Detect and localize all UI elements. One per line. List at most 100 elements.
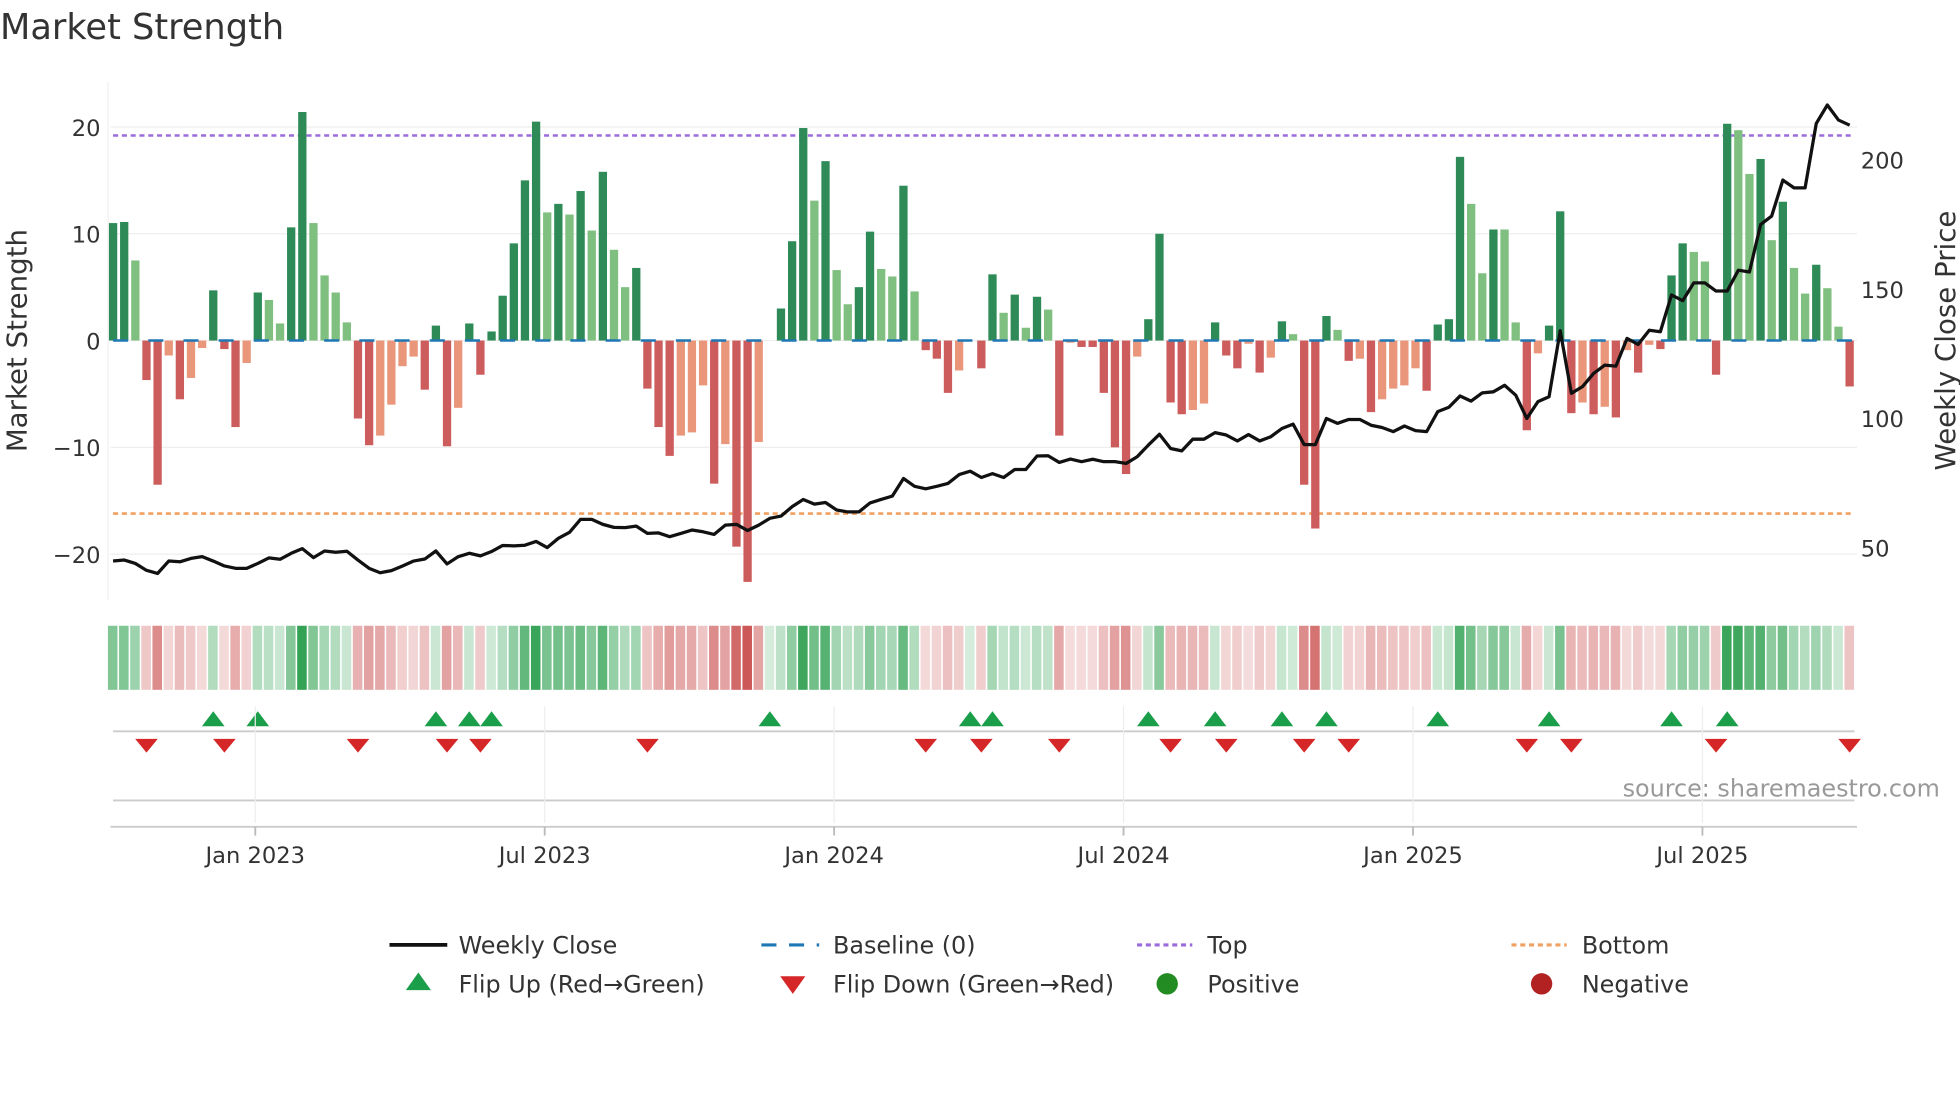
heat-cell: [1510, 625, 1521, 690]
heat-cell: [1566, 625, 1576, 690]
flip-up-marker: [480, 711, 503, 727]
heat-cell: [1265, 625, 1276, 690]
heat-cell: [786, 625, 797, 690]
heat-cell: [642, 625, 652, 690]
heat-cell: [185, 625, 196, 690]
heat-cell: [163, 625, 174, 690]
strength-bar: [531, 121, 541, 341]
strength-bar: [899, 185, 908, 341]
strength-bar: [1734, 130, 1743, 341]
heat-cell: [1755, 625, 1765, 690]
y2-tick-label: 150: [1861, 278, 1904, 304]
heat-cell: [419, 625, 430, 690]
strength-bar: [732, 340, 741, 547]
y2-tick-label: 100: [1861, 407, 1904, 433]
strength-bar: [754, 340, 763, 443]
strength-bar: [977, 340, 986, 369]
x-tick-label: Jul 2023: [497, 843, 591, 869]
flip-down-marker: [1214, 738, 1238, 753]
heat-cell: [675, 625, 686, 690]
heat-cell: [742, 625, 752, 690]
heat-cell: [308, 625, 318, 690]
heat-cell: [931, 625, 942, 690]
strength-bar: [1645, 340, 1654, 345]
strength-bar: [1756, 159, 1765, 341]
strength-bar: [331, 292, 340, 341]
strength-bar: [854, 287, 864, 341]
heat-cell: [853, 625, 864, 690]
strength-bar: [1823, 288, 1832, 341]
strength-bar: [910, 291, 919, 341]
heat-cell: [876, 625, 886, 690]
heat-cell: [497, 625, 508, 690]
heat-cell: [831, 625, 842, 690]
strength-bar: [342, 322, 351, 341]
strength-bar: [231, 340, 240, 428]
strength-bar: [1110, 340, 1120, 448]
heat-cell: [363, 625, 374, 690]
market-strength-chart: Market Strength −20−1001020 50100150200 …: [0, 7, 1960, 999]
strength-bar: [175, 340, 185, 400]
strength-bar: [1010, 294, 1019, 341]
legend-item-baseline: Baseline (0): [761, 932, 976, 960]
heat-cell: [1221, 625, 1231, 690]
strength-bar: [1500, 229, 1509, 341]
heat-cell: [1165, 625, 1175, 690]
heat-cell: [1588, 625, 1599, 690]
strength-bar: [1322, 315, 1331, 341]
strength-bar: [1533, 340, 1543, 354]
strength-bar: [1511, 322, 1520, 341]
strength-bar: [921, 340, 930, 351]
heat-cell: [1644, 625, 1654, 690]
heat-cell: [753, 625, 764, 690]
strength-bar: [1467, 203, 1476, 341]
heat-cell: [1421, 625, 1432, 690]
strength-bar: [420, 340, 429, 390]
circle-icon: [1530, 973, 1553, 995]
strength-bar: [954, 340, 964, 371]
strength-bar: [543, 212, 552, 341]
strength-bar: [999, 312, 1008, 341]
strength-bar: [1055, 340, 1064, 436]
heat-cell: [887, 625, 897, 690]
chart-title: Market Strength: [0, 7, 284, 48]
y-tick-label: 10: [72, 223, 101, 249]
heat-cell: [1788, 625, 1799, 690]
strength-bar: [609, 249, 619, 341]
legend-label: Weekly Close: [459, 932, 618, 960]
y-tick-label: 0: [86, 329, 100, 355]
strength-bar: [1344, 340, 1353, 361]
strength-bar: [799, 128, 808, 341]
heat-cell: [1443, 625, 1454, 690]
legend-item-top: Top: [1137, 932, 1248, 960]
strength-bar: [1411, 340, 1420, 369]
heat-cell: [1187, 625, 1198, 690]
flip-up-marker: [457, 711, 481, 727]
strength-bar: [1233, 340, 1242, 369]
flip-down-marker: [1047, 738, 1071, 753]
heat-cell: [1399, 625, 1409, 690]
heat-cell: [820, 625, 830, 690]
strength-bar: [988, 274, 997, 341]
heat-cell: [1321, 625, 1331, 690]
strength-bar: [598, 171, 608, 341]
strength-bar: [1355, 340, 1364, 359]
strength-bar: [888, 276, 897, 341]
heat-cell: [1365, 625, 1376, 690]
strength-bar: [131, 260, 140, 341]
heat-cell: [731, 625, 741, 690]
heat-cell: [1276, 625, 1287, 690]
heat-cell: [1488, 625, 1498, 690]
heat-cell: [1042, 625, 1053, 690]
strength-bar: [1210, 322, 1220, 341]
heat-cell: [174, 625, 185, 690]
legend-label: Baseline (0): [833, 932, 976, 960]
strength-bar: [108, 223, 118, 341]
heat-cell: [286, 625, 296, 690]
strength-bar: [821, 161, 830, 341]
flip-up-marker: [1203, 711, 1227, 727]
heat-cell: [319, 625, 329, 690]
strength-bar: [1489, 229, 1498, 341]
strength-bar: [1021, 327, 1031, 341]
flip-up-marker: [1426, 711, 1450, 727]
